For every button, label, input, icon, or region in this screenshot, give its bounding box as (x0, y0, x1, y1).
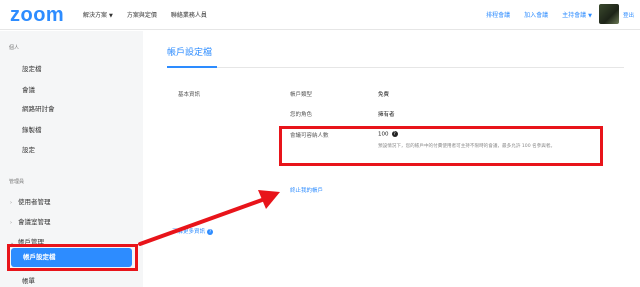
host-meeting-label: 主持會議 (562, 12, 587, 19)
sidebar-item-profile[interactable]: 設定檔 (22, 63, 42, 73)
sidebar-item-webinars[interactable]: 網路研討會 (22, 103, 55, 113)
sidebar-item-label: 會議室管理 (18, 218, 51, 226)
section-label-basic-info: 基本資訊 (178, 92, 201, 98)
join-meeting-link[interactable]: 加入會議 (524, 10, 548, 19)
learn-more-label: 了解更多資訊 (172, 229, 206, 235)
chevron-right-icon: › (10, 220, 12, 226)
avatar[interactable] (599, 4, 619, 24)
meeting-actions: 排程會議 加入會議 主持會議 ▼ (486, 10, 592, 19)
sidebar-section-admin: 管理員 (9, 179, 25, 185)
sidebar-item-room-management[interactable]: › 會議室管理 (10, 216, 51, 226)
nav-plans-pricing[interactable]: 方案與定價 (127, 10, 157, 19)
learn-more-link[interactable]: 了解更多資訊? (172, 227, 214, 235)
account-type-value: 免費 (378, 92, 390, 98)
sidebar-item-recordings[interactable]: 錄製檔 (22, 124, 42, 134)
chevron-down-icon: ▼ (588, 13, 592, 19)
sidebar-item-billing[interactable]: 帳單 (22, 275, 35, 285)
title-underline (167, 66, 217, 68)
terminate-account-link[interactable]: 終止我的帳戶 (290, 186, 323, 194)
nav-solutions-label: 解決方案 (83, 12, 108, 19)
sidebar-item-settings[interactable]: 設定 (22, 144, 35, 154)
logout-link[interactable]: 登出 (623, 11, 634, 19)
arrow-head (258, 190, 280, 209)
schedule-meeting-link[interactable]: 排程會議 (486, 10, 510, 19)
nav-contact-sales[interactable]: 聯絡業務人員 (171, 10, 207, 19)
zoom-logo[interactable]: zoom (10, 4, 64, 27)
host-meeting-menu[interactable]: 主持會議 ▼ (562, 10, 592, 19)
chevron-right-icon: › (10, 200, 12, 206)
top-navigation-bar: zoom 解決方案 ▼ 方案與定價 聯絡業務人員 排程會議 加入會議 主持會議 ▼ … (0, 0, 640, 30)
sidebar-item-user-management[interactable]: › 使用者管理 (10, 196, 51, 206)
role-value: 擁有者 (378, 112, 395, 118)
sidebar-item-label: 使用者管理 (18, 198, 51, 206)
nav-solutions[interactable]: 解決方案 ▼ (83, 10, 113, 19)
chevron-down-icon: ▼ (109, 13, 113, 19)
question-icon: ? (207, 228, 214, 235)
page-title: 帳戶設定檔 (167, 48, 213, 58)
annotation-highlight-capacity (279, 126, 603, 166)
account-type-label: 帳戶類型 (290, 92, 313, 98)
sidebar-item-meetings[interactable]: 會議 (22, 84, 35, 94)
main-nav: 解決方案 ▼ 方案與定價 聯絡業務人員 (83, 10, 207, 19)
sidebar-section-personal: 個人 (9, 45, 20, 51)
annotation-highlight-sidebar (7, 244, 138, 271)
arrow-shaft (138, 198, 264, 246)
role-label: 您的角色 (290, 112, 313, 118)
divider (167, 67, 624, 68)
